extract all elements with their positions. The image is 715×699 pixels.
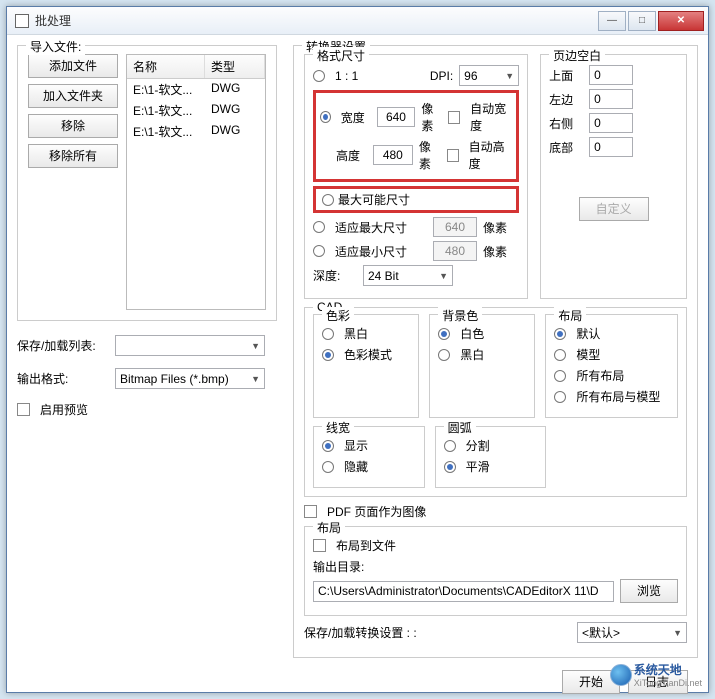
margin-top-input[interactable] [589, 65, 633, 85]
auto-height-checkbox[interactable] [447, 149, 459, 162]
color-mode-radio[interactable] [322, 349, 334, 361]
add-folder-button[interactable]: 加入文件夹 [28, 84, 118, 108]
color-bw-radio[interactable] [322, 328, 334, 340]
wh-highlight: 宽度 640 像素 自动宽度 高度 480 像素 自动高度 [313, 90, 519, 182]
bg-white-radio[interactable] [438, 328, 450, 340]
remove-all-button[interactable]: 移除所有 [28, 144, 118, 168]
save-list-select[interactable]: ▼ [115, 335, 265, 356]
width-input[interactable]: 640 [377, 107, 416, 127]
close-button[interactable]: ✕ [658, 11, 704, 31]
output-dir-field[interactable]: C:\Users\Administrator\Documents\CADEdit… [313, 581, 614, 602]
lw-hide-radio[interactable] [322, 461, 334, 473]
layout2-group: 布局 布局到文件 输出目录: C:\Users\Administrator\Do… [304, 526, 687, 616]
fit-max-radio[interactable] [313, 221, 325, 233]
save-list-label: 保存/加载列表: [17, 337, 109, 354]
bg-black-radio[interactable] [438, 349, 450, 361]
browse-button[interactable]: 浏览 [620, 579, 678, 603]
output-format-select[interactable]: Bitmap Files (*.bmp)▼ [115, 368, 265, 389]
minimize-button[interactable]: — [598, 11, 626, 31]
lw-show-radio[interactable] [322, 440, 334, 452]
file-list[interactable]: 名称 类型 E:\1-软文...DWG E:\1-软文...DWG E:\1-软… [126, 54, 266, 310]
cad-group: CAD 色彩 黑白 色彩模式 背景色 白色 黑白 布局 默认 模型 [304, 307, 687, 497]
app-icon [15, 14, 29, 28]
list-item: E:\1-软文...DWG [127, 79, 265, 100]
col-name[interactable]: 名称 [127, 55, 205, 78]
arc-smooth-radio[interactable] [444, 461, 456, 473]
list-item: E:\1-软文...DWG [127, 100, 265, 121]
layout-to-file-checkbox[interactable] [313, 539, 326, 552]
layout-all-radio[interactable] [554, 370, 566, 382]
format-size-group: 格式尺寸 1 : 1 DPI: 96▼ 宽度 640 [304, 54, 528, 299]
window-title: 批处理 [35, 12, 596, 29]
col-type[interactable]: 类型 [205, 55, 265, 78]
add-file-button[interactable]: 添加文件 [28, 54, 118, 78]
depth-select[interactable]: 24 Bit▼ [363, 265, 453, 286]
import-files-group: 导入文件: 添加文件 加入文件夹 移除 移除所有 名称 类型 E:\1-软文..… [17, 45, 277, 321]
max-possible-radio[interactable] [322, 194, 334, 206]
bg-group: 背景色 白色 黑白 [429, 314, 535, 418]
custom-size-radio[interactable] [320, 111, 331, 123]
auto-width-checkbox[interactable] [448, 111, 460, 124]
layout-model-radio[interactable] [554, 349, 566, 361]
import-legend: 导入文件: [26, 38, 85, 55]
margin-group: 页边空白 上面 左边 右侧 底部 自定义 [540, 54, 687, 299]
max-size-highlight: 最大可能尺寸 [313, 186, 519, 213]
titlebar: 批处理 — □ ✕ [7, 7, 708, 35]
maximize-button[interactable]: □ [628, 11, 656, 31]
height-input[interactable]: 480 [373, 145, 413, 165]
linewidth-group: 线宽 显示 隐藏 [313, 426, 425, 488]
chevron-down-icon: ▼ [251, 374, 260, 384]
arc-group: 圆弧 分割 平滑 [435, 426, 547, 488]
save-load-settings-select[interactable]: <默认>▼ [577, 622, 687, 643]
enable-preview-label: 启用预览 [40, 401, 88, 418]
layout-all-model-radio[interactable] [554, 391, 566, 403]
remove-button[interactable]: 移除 [28, 114, 118, 138]
ratio-11-radio[interactable] [313, 70, 325, 82]
custom-margin-button: 自定义 [579, 197, 649, 221]
pdf-as-image-checkbox[interactable] [304, 505, 317, 518]
converter-group: 转换器设置 格式尺寸 1 : 1 DPI: 96▼ [293, 45, 698, 658]
arc-split-radio[interactable] [444, 440, 456, 452]
enable-preview-checkbox[interactable] [17, 403, 30, 416]
dialog-window: 批处理 — □ ✕ 导入文件: 添加文件 加入文件夹 移除 移除所有 名称 [6, 6, 709, 693]
fit-min-radio[interactable] [313, 245, 325, 257]
dpi-select[interactable]: 96▼ [459, 65, 519, 86]
margin-left-input[interactable] [589, 89, 633, 109]
output-format-label: 输出格式: [17, 370, 109, 387]
layout-group: 布局 默认 模型 所有布局 所有布局与模型 [545, 314, 678, 418]
log-button[interactable]: 日志文件 [628, 670, 688, 694]
start-button[interactable]: 开始 [562, 670, 620, 694]
margin-bottom-input[interactable] [589, 137, 633, 157]
chevron-down-icon: ▼ [251, 341, 260, 351]
list-item: E:\1-软文...DWG [127, 121, 265, 142]
margin-right-input[interactable] [589, 113, 633, 133]
color-group: 色彩 黑白 色彩模式 [313, 314, 419, 418]
layout-default-radio[interactable] [554, 328, 566, 340]
